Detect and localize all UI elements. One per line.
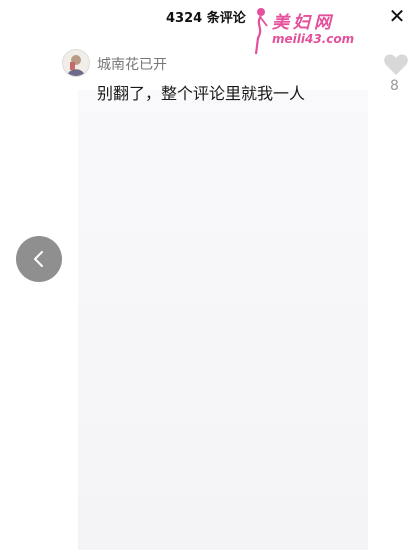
back-button[interactable] bbox=[16, 236, 62, 282]
avatar[interactable] bbox=[62, 49, 90, 77]
watermark-url: meili43.com bbox=[272, 32, 355, 46]
like-count: 8 bbox=[390, 78, 399, 94]
comment-text: 别翻了，整个评论里就我一人 bbox=[97, 84, 306, 103]
comment-author[interactable]: 城南花已开 bbox=[97, 54, 167, 74]
heart-icon[interactable] bbox=[383, 53, 409, 77]
watermark-text: 美妇网 bbox=[272, 13, 335, 33]
avatar-image bbox=[63, 50, 89, 76]
close-icon[interactable]: ✕ bbox=[385, 4, 409, 28]
watermark-logo: 美妇网 meili43.com bbox=[250, 6, 370, 56]
watermark-figure-icon bbox=[254, 8, 268, 55]
comment-count-title: 4324 条评论 bbox=[166, 11, 246, 26]
comment-backdrop bbox=[78, 90, 368, 550]
chevron-left-icon bbox=[34, 251, 43, 267]
